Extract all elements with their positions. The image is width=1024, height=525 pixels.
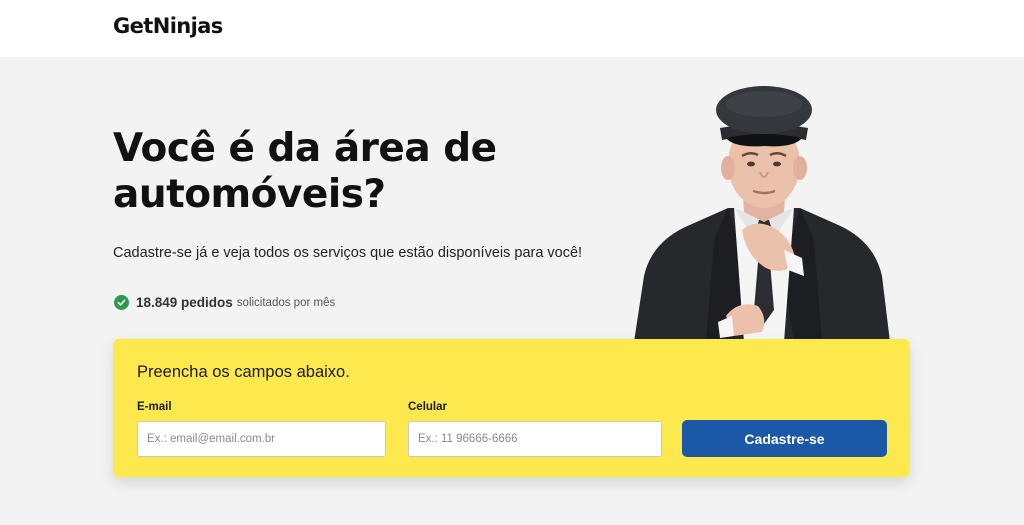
orders-stat: 18.849 pedidos solicitados por mês (114, 295, 335, 310)
email-label: E-mail (137, 401, 172, 413)
check-circle-icon (114, 295, 129, 310)
hero-subtitle: Cadastre-se já e veja todos os serviços … (113, 245, 583, 261)
getninjas-logo[interactable]: GetNinjas (113, 14, 223, 38)
signup-button[interactable]: Cadastre-se (682, 420, 887, 457)
email-field[interactable] (137, 421, 386, 457)
hero-title: Você é da área de automóveis? (113, 126, 553, 218)
orders-count-suffix: solicitados por mês (236, 296, 336, 309)
chauffeur-photo (634, 86, 890, 342)
orders-count: 18.849 pedidos (136, 295, 233, 310)
phone-field[interactable] (408, 421, 662, 457)
hero-title-line-2: automóveis? (113, 172, 386, 217)
signup-form: Preencha os campos abaixo. E-mail Celula… (113, 339, 910, 477)
phone-label: Celular (408, 401, 447, 413)
hero-title-line-1: Você é da área de (113, 126, 497, 171)
form-title: Preencha os campos abaixo. (137, 363, 350, 381)
top-bar: GetNinjas (0, 0, 1024, 57)
